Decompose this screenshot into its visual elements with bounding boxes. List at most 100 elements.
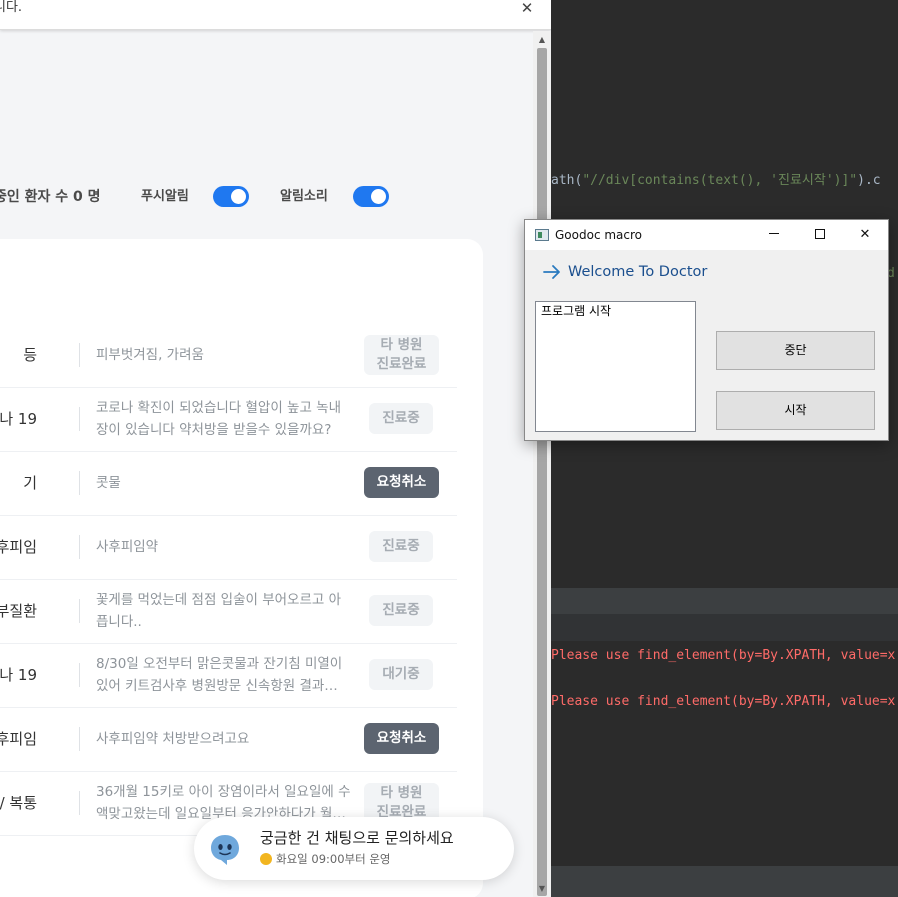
patient-symptom: 꽃게를 먹었는데 점점 입술이 부어오르고 아픕니다.. [96, 579, 352, 643]
row-divider [79, 407, 80, 431]
run-console[interactable]: Please use find_element(by=By.XPATH, val… [551, 641, 898, 866]
window-title: Goodoc macro [555, 228, 643, 242]
patient-symptom-text: 사후피임약 처방받으려고요 [96, 731, 250, 747]
minimize-icon [769, 233, 779, 234]
ide-window: ath("//div[contains(text(), '진료시작')]").c… [551, 0, 898, 897]
patient-department-text: 로나 19 [0, 410, 37, 428]
alert-sound-label: 알림소리 [280, 189, 328, 204]
patient-symptom: 콧물 [96, 451, 352, 515]
scroll-thumb[interactable] [537, 48, 547, 896]
patient-symptom: 사후피임약 [96, 515, 352, 579]
patient-department: 후피임 [0, 707, 40, 771]
patient-department-text: 로나 19 [0, 666, 37, 684]
status-badge[interactable]: 타 병원 진료완료 [364, 335, 439, 375]
patient-department: 염 / 복통 [0, 771, 40, 835]
start-button[interactable]: 시작 [716, 391, 875, 430]
maximize-button[interactable] [797, 220, 843, 250]
run-panel-header [551, 588, 898, 614]
stop-button[interactable]: 중단 [716, 331, 875, 370]
window-titlebar[interactable]: Goodoc macro ✕ [525, 220, 888, 250]
patient-department-text: 부질환 [0, 602, 37, 620]
patient-symptom-text: 꽃게를 먹었는데 점점 입술이 부어오르고 아픕니다.. [96, 592, 342, 630]
code-suffix: ).c [857, 173, 881, 188]
status-badge[interactable]: 진료중 [369, 531, 433, 562]
status-bar [551, 866, 898, 897]
patient-row[interactable]: 후피임 사후피임약 진료중 [0, 515, 456, 579]
scroll-up-icon[interactable]: ▲ [533, 31, 551, 48]
code-line[interactable]: ath("//div[contains(text(), '진료시작')]").c [551, 171, 881, 191]
patient-symptom-text: 콧물 [96, 475, 121, 491]
patient-department-text: 등 [23, 346, 37, 364]
minimize-button[interactable] [751, 220, 797, 250]
patient-row[interactable]: 로나 19 코로나 확진이 되었습니다 혈압이 높고 녹내장이 있습니다 약처방을… [0, 387, 456, 451]
welcome-label: Welcome To Doctor [568, 264, 708, 280]
patient-list-card: 등 피부벗겨짐, 가려움 타 병원 진료완료로나 19 코로나 확진이 되었습니다 혈… [0, 239, 483, 897]
goodoc-macro-window: Goodoc macro ✕ Welcome To Doctor 프로그램 시작… [524, 219, 889, 441]
status-badge[interactable]: 진료중 [369, 403, 433, 434]
push-notification-toggle[interactable] [213, 186, 249, 207]
toggle-knob [231, 189, 246, 204]
scrollbar[interactable]: ▲ ▼ [533, 31, 551, 897]
patient-department: 기 [0, 451, 40, 515]
chat-title: 궁금한 건 채팅으로 문의하세요 [260, 829, 454, 847]
push-notification-label: 푸시알림 [141, 189, 189, 204]
row-divider [79, 599, 80, 623]
log-listbox[interactable]: 프로그램 시작 [535, 301, 696, 432]
console-warning: Please use find_element(by=By.XPATH, val… [551, 694, 896, 709]
patient-department: 로나 19 [0, 643, 40, 707]
chat-bot-icon [211, 835, 239, 865]
patient-row[interactable]: 기 콧물 요청취소 [0, 451, 456, 515]
patient-department-text: 후피임 [0, 730, 37, 748]
patient-department: 등 [0, 323, 40, 387]
log-entry: 프로그램 시작 [541, 304, 612, 318]
patient-row[interactable]: 부질환 꽃게를 먹었는데 점점 입술이 부어오르고 아픕니다.. 진료중 [0, 579, 456, 643]
patient-row[interactable]: 등 피부벗겨짐, 가려움 타 병원 진료완료 [0, 323, 456, 387]
status-badge[interactable]: 요청취소 [364, 467, 439, 498]
row-divider [79, 663, 80, 687]
patient-symptom-text: 피부벗겨짐, 가려움 [96, 347, 204, 363]
row-divider [79, 791, 80, 815]
clock-icon [260, 853, 272, 865]
alert-sound-toggle[interactable] [353, 186, 389, 207]
notice-text: 니다. [0, 0, 23, 15]
close-icon: ✕ [859, 227, 871, 242]
console-warning: Please use find_element(by=By.XPATH, val… [551, 648, 896, 663]
status-badge[interactable]: 대기중 [369, 659, 433, 690]
browser-window: 중인 환자 수 0 명 푸시알림 알림소리 등 피부벗겨짐, 가려움 타 병원 진료… [0, 0, 551, 897]
close-button[interactable]: ✕ [842, 220, 888, 250]
patient-row[interactable]: 로나 19 8/30일 오전부터 맑은콧물과 잔기침 미열이 있어 키트검사후 병… [0, 643, 456, 707]
patient-symptom-text: 사후피임약 [96, 539, 159, 555]
row-divider [79, 727, 80, 751]
patient-symptom: 피부벗겨짐, 가려움 [96, 323, 352, 387]
arrow-right-icon [543, 265, 560, 279]
patient-symptom-text: 코로나 확진이 되었습니다 혈압이 높고 녹내장이 있습니다 약처방을 받을수 … [96, 400, 342, 438]
patient-symptom: 코로나 확진이 되었습니다 혈압이 높고 녹내장이 있습니다 약처방을 받을수 … [96, 387, 352, 451]
app-icon [535, 229, 549, 241]
row-divider [79, 471, 80, 495]
chat-hours-text: 화요일 09:00부터 운영 [276, 852, 391, 866]
patient-symptom: 8/30일 오전부터 맑은콧물과 잔기침 미열이 있어 키트검사후 병원방문 신… [96, 643, 352, 707]
waiting-patient-count: 중인 환자 수 0 명 [0, 189, 101, 205]
run-panel-toolbar [551, 614, 898, 641]
maximize-icon [815, 229, 825, 239]
browser-content: 중인 환자 수 0 명 푸시알림 알림소리 등 피부벗겨짐, 가려움 타 병원 진료… [0, 31, 533, 897]
patient-symptom-text: 8/30일 오전부터 맑은콧물과 잔기침 미열이 있어 키트검사후 병원방문 신… [96, 656, 343, 694]
patient-department-text: 후피임 [0, 538, 37, 556]
patient-department: 로나 19 [0, 387, 40, 451]
row-divider [79, 343, 80, 367]
code-string: "//div[contains(text(), '진료시작')]" [582, 173, 858, 188]
patient-department: 부질환 [0, 579, 40, 643]
patient-row[interactable]: 후피임 사후피임약 처방받으려고요 요청취소 [0, 707, 456, 771]
patient-department-text: 기 [23, 474, 37, 492]
toggle-knob [371, 189, 386, 204]
scroll-down-icon[interactable]: ▼ [533, 880, 551, 897]
chat-hours: 화요일 09:00부터 운영 [260, 851, 391, 867]
status-badge[interactable]: 요청취소 [364, 723, 439, 754]
notice-bar: 니다. ✕ [0, 0, 551, 30]
patient-symptom: 사후피임약 처방받으려고요 [96, 707, 352, 771]
code-prefix: ath( [551, 173, 583, 188]
chat-inquiry-button[interactable]: 궁금한 건 채팅으로 문의하세요 화요일 09:00부터 운영 [194, 817, 514, 880]
patient-department: 후피임 [0, 515, 40, 579]
status-badge[interactable]: 진료중 [369, 595, 433, 626]
notice-close-icon[interactable]: ✕ [518, 0, 536, 16]
